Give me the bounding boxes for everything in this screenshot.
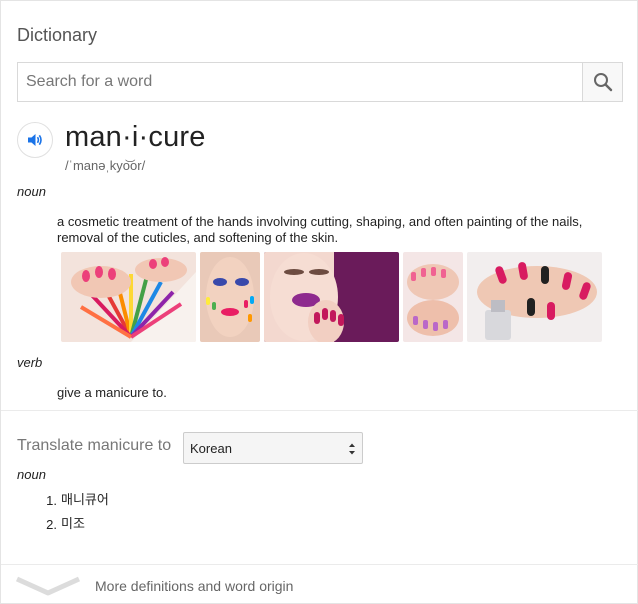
- definition-noun: a cosmetic treatment of the hands involv…: [57, 214, 583, 245]
- section-divider: [1, 410, 638, 411]
- definition-verb: give a manicure to.: [57, 385, 167, 400]
- translation-number: 2.: [46, 517, 57, 532]
- translation-item: 1. 매니큐어: [41, 492, 109, 516]
- colorful-nails-face-image[interactable]: [200, 252, 260, 342]
- more-definitions-button[interactable]: More definitions and word origin: [1, 565, 638, 604]
- search-icon: [593, 73, 612, 92]
- translation-item: 2. 미조: [41, 516, 109, 540]
- select-arrows-icon: [349, 443, 355, 455]
- more-definitions-label: More definitions and word origin: [95, 578, 294, 594]
- translation-number: 1.: [46, 493, 57, 508]
- headword: man·i·cure: [65, 121, 206, 153]
- translate-label: Translate manicure to: [17, 437, 172, 454]
- pink-nails-hands-image[interactable]: [403, 252, 463, 342]
- search-box: [17, 62, 623, 102]
- speaker-icon: [28, 134, 42, 146]
- nail-polish-swatch-image[interactable]: [61, 252, 196, 342]
- translation-text: 미조: [61, 517, 85, 532]
- search-input[interactable]: [18, 63, 582, 101]
- translation-part-of-speech: noun: [17, 467, 46, 482]
- language-select[interactable]: Korean: [183, 432, 363, 464]
- language-select-value: Korean: [190, 440, 232, 456]
- part-of-speech-noun: noun: [17, 184, 46, 199]
- card-title: Dictionary: [17, 25, 98, 45]
- translation-text: 매니큐어: [61, 493, 109, 508]
- part-of-speech-verb: verb: [17, 355, 43, 370]
- chevron-down-icon: [15, 576, 81, 596]
- purple-lips-nails-image[interactable]: [264, 252, 399, 342]
- search-button[interactable]: [582, 63, 622, 101]
- phonetic: /ˈmanəˌkyo͝or/: [65, 158, 146, 173]
- pronounce-button[interactable]: [17, 122, 53, 158]
- red-nails-bottle-image[interactable]: [467, 252, 602, 342]
- dictionary-card: Dictionary man·i·cure /ˈmanəˌkyo͝or/ nou…: [0, 0, 638, 604]
- translation-list: 1. 매니큐어 2. 미조: [41, 492, 109, 540]
